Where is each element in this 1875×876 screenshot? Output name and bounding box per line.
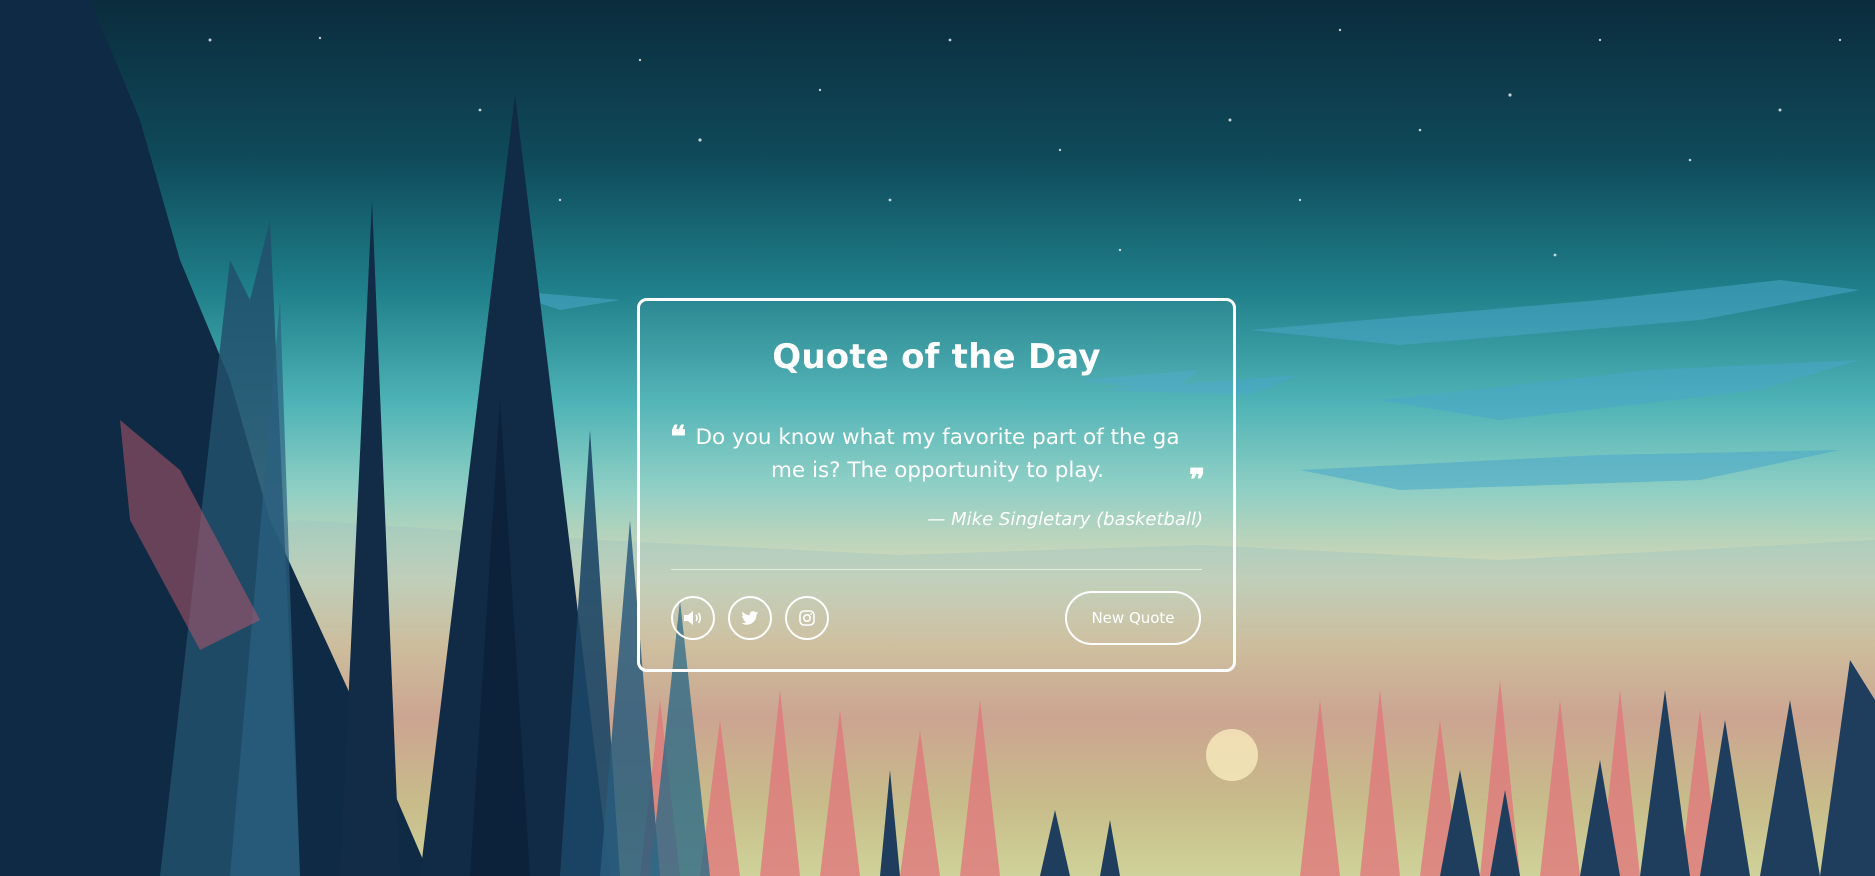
background-scene: Quote of the Day ❝ Do you know what my f… (0, 0, 1875, 876)
quote-author: — Mike Singletary (basketball) (927, 509, 1203, 530)
new-quote-button[interactable]: New Quote (1065, 591, 1201, 645)
speak-button[interactable] (671, 596, 715, 640)
tweet-button[interactable] (728, 596, 772, 640)
volume-icon (684, 611, 702, 625)
quote-card: Quote of the Day ❝ Do you know what my f… (637, 298, 1236, 672)
open-quote-icon: ❝ (670, 420, 687, 455)
instagram-icon (799, 610, 815, 626)
card-title: Quote of the Day (772, 337, 1101, 377)
twitter-icon (741, 610, 759, 625)
close-quote-icon: ❞ (1189, 463, 1206, 498)
quote-text: Do you know what my favorite part of the… (695, 425, 1180, 483)
card-divider (671, 569, 1202, 570)
instagram-button[interactable] (785, 596, 829, 640)
